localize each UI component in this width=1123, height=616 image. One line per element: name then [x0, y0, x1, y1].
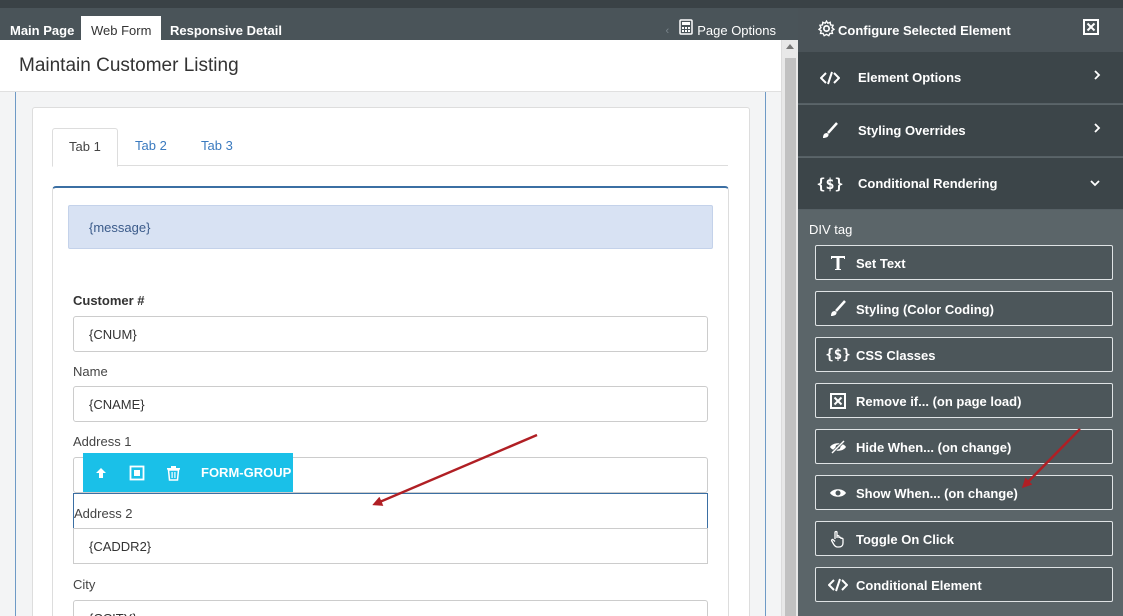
message-alert: {message} [68, 205, 713, 249]
customer-number-label: Customer # [73, 293, 145, 308]
css-classes-button[interactable]: {$} CSS Classes [815, 337, 1113, 372]
option-label: Set Text [856, 256, 906, 271]
select-parent-icon[interactable] [119, 453, 155, 492]
option-label: Hide When... (on change) [856, 440, 1012, 455]
city-input[interactable]: {CCITY} [73, 600, 708, 616]
scroll-up-arrow-icon[interactable] [786, 44, 794, 49]
brush-icon [818, 121, 842, 141]
eye-slash-icon [828, 437, 848, 457]
toggle-on-click-button[interactable]: Toggle On Click [815, 521, 1113, 556]
braces-icon: {$} [816, 175, 844, 193]
show-when-button[interactable]: Show When... (on change) [815, 475, 1113, 510]
option-label: Remove if... (on page load) [856, 394, 1022, 409]
gear-icon [817, 19, 836, 40]
code-icon [818, 68, 842, 88]
form-tabs: Tab 1 Tab 2 Tab 3 [52, 128, 728, 167]
remove-if-button[interactable]: Remove if... (on page load) [815, 383, 1113, 418]
eye-icon [828, 483, 848, 503]
section-label: Conditional Rendering [858, 176, 998, 191]
option-label: Conditional Element [856, 578, 982, 593]
configure-panel-title: Configure Selected Element [838, 22, 1011, 38]
chevron-right-icon [1093, 122, 1101, 137]
brush-icon [828, 299, 848, 319]
address1-label: Address 1 [73, 434, 132, 449]
tab-2[interactable]: Tab 2 [119, 128, 183, 166]
option-label: Styling (Color Coding) [856, 302, 994, 317]
scroll-thumb[interactable] [785, 58, 796, 616]
move-up-icon[interactable] [83, 453, 119, 492]
hide-when-button[interactable]: Hide When... (on change) [815, 429, 1113, 464]
page-header: Maintain Customer Listing [0, 40, 781, 92]
tab-3[interactable]: Tab 3 [185, 128, 249, 166]
option-label: CSS Classes [856, 348, 936, 363]
close-icon[interactable] [1083, 19, 1099, 38]
pointer-icon [828, 529, 848, 549]
city-label: City [73, 577, 96, 592]
scrollbar[interactable] [781, 40, 798, 616]
chevron-right-icon [1093, 69, 1101, 84]
address2-label: Address 2 [74, 506, 133, 521]
section-label: Styling Overrides [858, 123, 966, 138]
address2-input[interactable]: {CADDR2} [73, 528, 708, 564]
tab-1[interactable]: Tab 1 [52, 128, 118, 167]
section-label: Element Options [858, 70, 962, 85]
name-input[interactable]: {CNAME} [73, 386, 708, 422]
page-title: Maintain Customer Listing [19, 55, 239, 76]
name-label: Name [73, 364, 108, 379]
form-group-label: FORM-GROUP [201, 465, 292, 480]
section-conditional-rendering[interactable]: {$} Conditional Rendering [798, 158, 1123, 210]
option-label: Toggle On Click [856, 532, 954, 547]
tag-label: DIV tag [809, 222, 853, 237]
braces-icon: {$} [825, 347, 851, 363]
conditional-element-button[interactable]: Conditional Element [815, 567, 1113, 602]
text-icon [828, 253, 848, 273]
chevron-down-icon [1089, 175, 1101, 190]
styling-color-coding-button[interactable]: Styling (Color Coding) [815, 291, 1113, 326]
customer-number-input[interactable]: {CNUM} [73, 316, 708, 352]
configure-panel-header: Configure Selected Element [798, 0, 1123, 52]
option-label: Show When... (on change) [856, 486, 1018, 501]
section-element-options[interactable]: Element Options [798, 52, 1123, 104]
code-icon [828, 575, 848, 595]
section-styling-overrides[interactable]: Styling Overrides [798, 105, 1123, 157]
top-tab-bar: Main Page Web Form Responsive Detail ‹ P… [0, 0, 798, 48]
remove-icon [828, 391, 848, 411]
form-group-toolbar: FORM-GROUP [83, 453, 293, 492]
delete-icon[interactable] [155, 453, 191, 492]
set-text-button[interactable]: Set Text [815, 245, 1113, 280]
